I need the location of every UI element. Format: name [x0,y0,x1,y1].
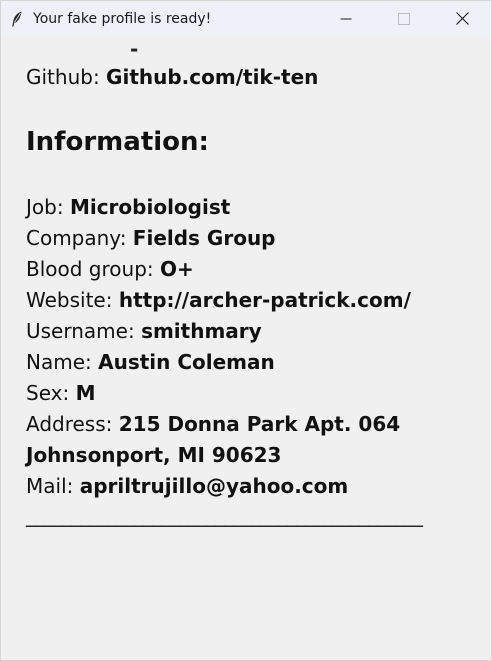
maximize-icon [398,12,410,25]
sex-value: M [75,381,96,405]
blood-group-row: Blood group: O+ [26,254,476,285]
close-button[interactable] [433,1,491,36]
address-label: Address: [26,412,119,436]
github-label: Github: [26,65,107,89]
sex-label: Sex: [26,381,76,405]
name-label: Name: [26,350,99,374]
blood-group-value: O+ [159,257,194,281]
job-label: Job: [26,195,70,219]
company-value: Fields Group [132,226,276,250]
name-row: Name: Austin Coleman [26,347,476,378]
maximize-button[interactable] [375,1,433,36]
information-heading: Information: [26,127,209,157]
title-bar[interactable]: Your fake profile is ready! [1,1,491,36]
username-value: smithmary [141,319,262,343]
profile-content: - Github: Github.com/tik-ten Information… [26,45,476,528]
job-row: Job: Microbiologist [26,192,476,223]
website-value: http://archer-patrick.com/ [118,288,411,312]
sex-row: Sex: M [26,378,476,409]
minimize-button[interactable] [317,1,375,36]
address-line2-row: Johnsonport, MI 90623 [26,440,476,471]
address-line2: Johnsonport, MI 90623 [26,443,282,467]
divider-line: ________________________________________… [26,503,423,527]
github-value: Github.com/tik-ten [106,65,319,89]
github-row: Github: Github.com/tik-ten [26,65,476,90]
company-row: Company: Fields Group [26,223,476,254]
profile-window: Your fake profile is ready! - Github: Gi… [0,0,492,661]
address-row: Address: 215 Donna Park Apt. 064 [26,409,476,440]
cutoff-previous-line: - [26,45,476,55]
job-value: Microbiologist [69,195,231,219]
minimize-icon [340,18,352,19]
username-label: Username: [26,319,142,343]
username-row: Username: smithmary [26,316,476,347]
feather-icon [10,11,24,27]
name-value: Austin Coleman [98,350,275,374]
window-controls [317,1,491,36]
company-label: Company: [26,226,133,250]
address-line1: 215 Donna Park Apt. 064 [118,412,401,436]
blood-group-label: Blood group: [26,257,160,281]
website-row: Website: http://archer-patrick.com/ [26,285,476,316]
window-title: Your fake profile is ready! [33,10,212,27]
close-icon [455,12,469,25]
mail-row: Mail: apriltrujillo@yahoo.com [26,471,476,502]
mail-label: Mail: [26,474,80,498]
website-label: Website: [26,288,119,312]
mail-value: apriltrujillo@yahoo.com [79,474,349,498]
